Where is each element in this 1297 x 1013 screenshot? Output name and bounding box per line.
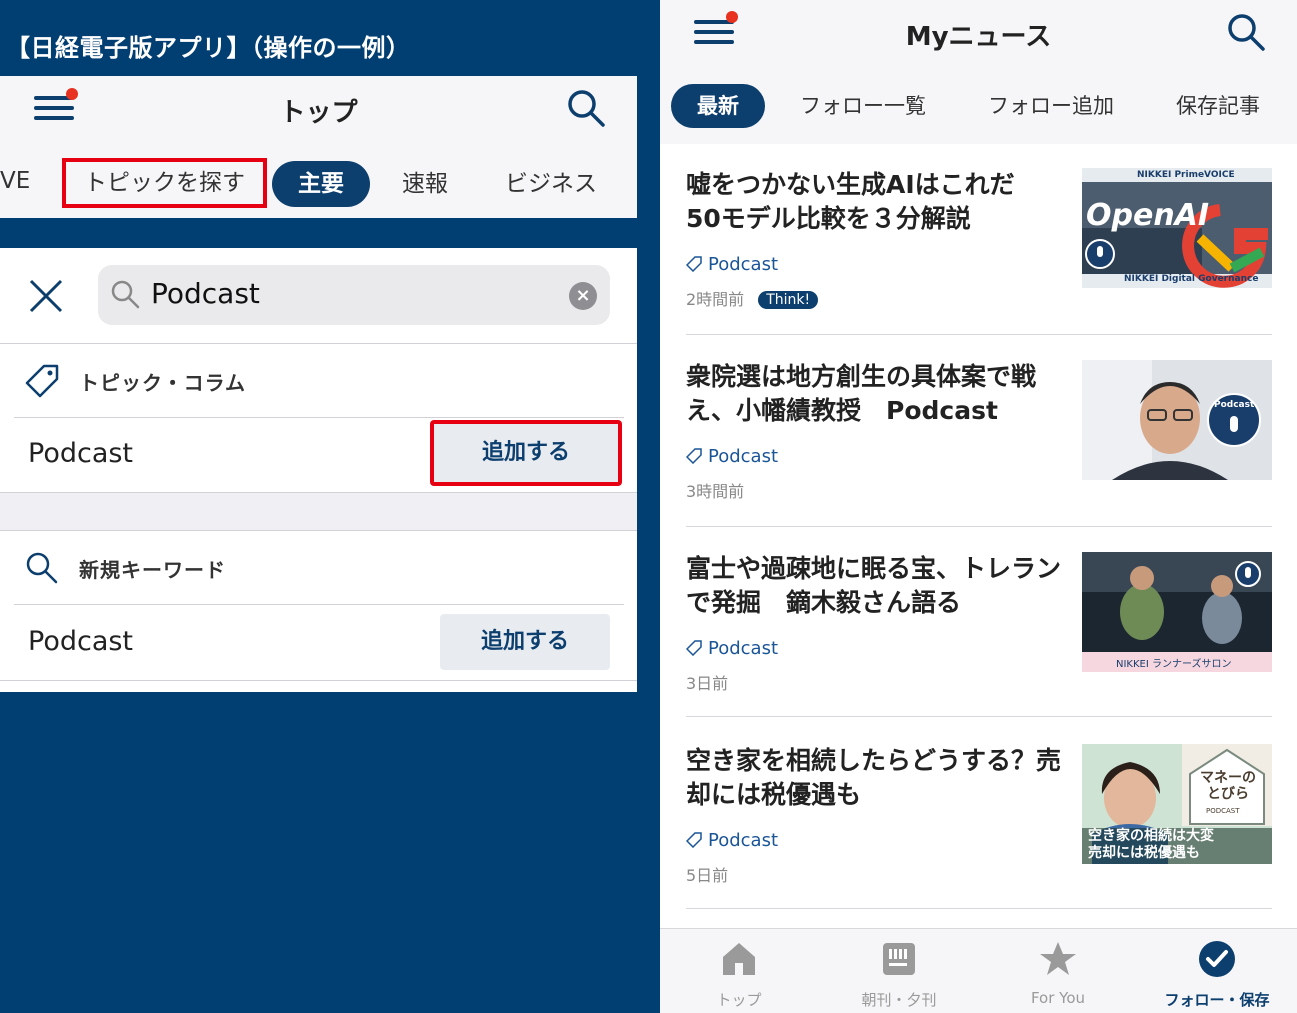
article-tag[interactable]: Podcast (686, 254, 778, 275)
thumb-mid-text: OpenAI (1086, 198, 1210, 233)
tag-icon (686, 448, 702, 464)
bottom-nav: トップ 朝刊・夕刊 For You フォロー・保存 (660, 928, 1297, 1013)
tab-saved[interactable]: 保存記事 (1176, 84, 1260, 128)
tab-find-topic[interactable]: トピックを探す (62, 158, 267, 208)
article-title: 空き家を相続したらどうする？売却には税優遇も (686, 746, 1062, 809)
page-title: トップ (279, 98, 358, 128)
tab-breaking[interactable]: 速報 (402, 161, 448, 207)
divider (0, 530, 637, 531)
think-badge: Think! (758, 291, 819, 309)
article-tag[interactable]: Podcast (686, 830, 778, 851)
search-icon (26, 552, 58, 584)
thumb-bottom-text: 空き家の相続は大変 売却には税優遇も (1088, 828, 1214, 861)
newspaper-icon (883, 943, 915, 975)
left-panel: 【日経電子版アプリ】（操作の一例） トップ VE トピックを探す 主要 速報 ビ… (0, 0, 660, 1013)
article-time: 2時間前 Think! (686, 286, 819, 310)
keyword-result: Podcast (28, 626, 134, 657)
search-panel: Podcast × トピック・コラム Podcast 追加する 新規キーワード … (0, 248, 637, 692)
article-item[interactable]: 富士や過疎地に眠る宝、トレランで発掘 鏑木毅さん語る Podcast 3日前 N… (686, 552, 1272, 742)
article-tag-label: Podcast (708, 254, 779, 275)
article-tag[interactable]: Podcast (686, 446, 778, 467)
article-thumbnail: NIKKEI PrimeVOICE OpenAI NIKKEI Digital … (1082, 168, 1272, 288)
nav-top-label: トップ (716, 991, 762, 1009)
search-input[interactable]: Podcast × (98, 265, 610, 325)
nav-for-you[interactable]: For You (993, 939, 1123, 1007)
keyword-section-label: 新規キーワード (79, 558, 226, 582)
divider (0, 343, 637, 344)
article-item[interactable]: 衆院選は地方創生の具体案で戦え、小幡績教授 Podcast Podcast 3時… (686, 360, 1272, 550)
tab-follow-add[interactable]: フォロー追加 (988, 84, 1114, 128)
divider (14, 604, 624, 605)
thumb-bottom-text: NIKKEI ランナーズサロン (1116, 659, 1232, 670)
thumb-top-text: マネーのとびら (1200, 770, 1256, 802)
article-title: 衆院選は地方創生の具体案で戦え、小幡績教授 Podcast (686, 362, 1037, 425)
nav-follow-save-label: フォロー・保存 (1164, 991, 1270, 1009)
thumb-bottom-text: NIKKEI Digital Governance (1124, 274, 1259, 284)
tab-follow-list[interactable]: フォロー一覧 (800, 84, 926, 128)
add-topic-button[interactable]: 追加する (430, 420, 622, 486)
tag-icon (25, 364, 59, 398)
tag-icon (686, 256, 702, 272)
article-tag-label: Podcast (708, 830, 779, 851)
thumb-top-text: NIKKEI PrimeVOICE (1137, 170, 1235, 180)
nav-follow-save[interactable]: フォロー・保存 (1152, 939, 1282, 1010)
article-item[interactable]: 嘘をつかない生成AIはこれだ 50モデル比較を３分解説 Podcast 2時間前… (686, 168, 1272, 358)
thumbnail-image (1082, 360, 1272, 480)
topic-section-label: トピック・コラム (79, 371, 246, 395)
nav-for-you-label: For You (1030, 989, 1086, 1007)
section-gap (0, 492, 637, 530)
divider (0, 680, 637, 681)
article-time-label: 2時間前 (686, 290, 745, 309)
article-time: 3時間前 (686, 482, 745, 501)
thumb-mid-text: Podcast (1214, 400, 1255, 410)
tab-live[interactable]: VE (0, 158, 30, 204)
article-thumbnail: マネーのとびら PODCAST 空き家の相続は大変 売却には税優遇も (1082, 744, 1272, 864)
thumbnail-image (1082, 552, 1272, 672)
add-keyword-button[interactable]: 追加する (440, 614, 610, 670)
article-tag[interactable]: Podcast (686, 638, 778, 659)
nav-newspaper[interactable]: 朝刊・夕刊 (834, 939, 964, 1010)
home-icon (723, 943, 755, 975)
divider (14, 417, 624, 418)
search-icon (111, 280, 140, 309)
clear-icon[interactable]: × (569, 282, 597, 310)
article-thumbnail: Podcast (1082, 360, 1272, 480)
tag-icon (686, 640, 702, 656)
article-time: 5日前 (686, 866, 729, 885)
article-title: 富士や過疎地に眠る宝、トレランで発掘 鏑木毅さん語る (686, 554, 1062, 617)
article-title: 嘘をつかない生成AIはこれだ 50モデル比較を３分解説 (686, 170, 1040, 233)
divider (686, 334, 1272, 335)
divider (686, 526, 1272, 527)
search-value: Podcast (151, 277, 260, 310)
tab-main[interactable]: 主要 (272, 161, 370, 207)
divider (686, 908, 1272, 909)
article-time: 3日前 (686, 674, 729, 693)
page-title: Myニュース (905, 22, 1052, 52)
search-icon[interactable] (566, 88, 606, 128)
left-header: トップ VE トピックを探す 主要 速報 ビジネス (0, 76, 637, 218)
star-icon (1040, 942, 1076, 975)
tab-latest[interactable]: 最新 (671, 84, 765, 128)
divider (0, 492, 637, 493)
nav-newspaper-label: 朝刊・夕刊 (861, 991, 937, 1009)
article-tag-label: Podcast (708, 638, 779, 659)
caption: 【日経電子版アプリ】（操作の一例） (6, 34, 411, 62)
close-icon[interactable] (28, 278, 64, 314)
thumb-sub-text: PODCAST (1206, 807, 1240, 815)
tag-icon (686, 832, 702, 848)
check-circle-icon (1199, 941, 1235, 977)
topic-result: Podcast (28, 438, 134, 469)
right-panel: Myニュース 最新 フォロー一覧 フォロー追加 保存記事 嘘をつかない生成AIは… (660, 0, 1297, 1013)
article-tag-label: Podcast (708, 446, 779, 467)
article-item[interactable]: 空き家を相続したらどうする？売却には税優遇も Podcast 5日前 マネーのと… (686, 744, 1272, 934)
article-thumbnail: NIKKEI ランナーズサロン (1082, 552, 1272, 672)
tab-business[interactable]: ビジネス (505, 161, 597, 207)
tab-bar: VE トピックを探す 主要 速報 ビジネス (0, 158, 637, 208)
right-header: Myニュース 最新 フォロー一覧 フォロー追加 保存記事 (660, 0, 1297, 144)
nav-top[interactable]: トップ (674, 939, 804, 1010)
divider (686, 716, 1272, 717)
search-icon[interactable] (1226, 12, 1266, 52)
